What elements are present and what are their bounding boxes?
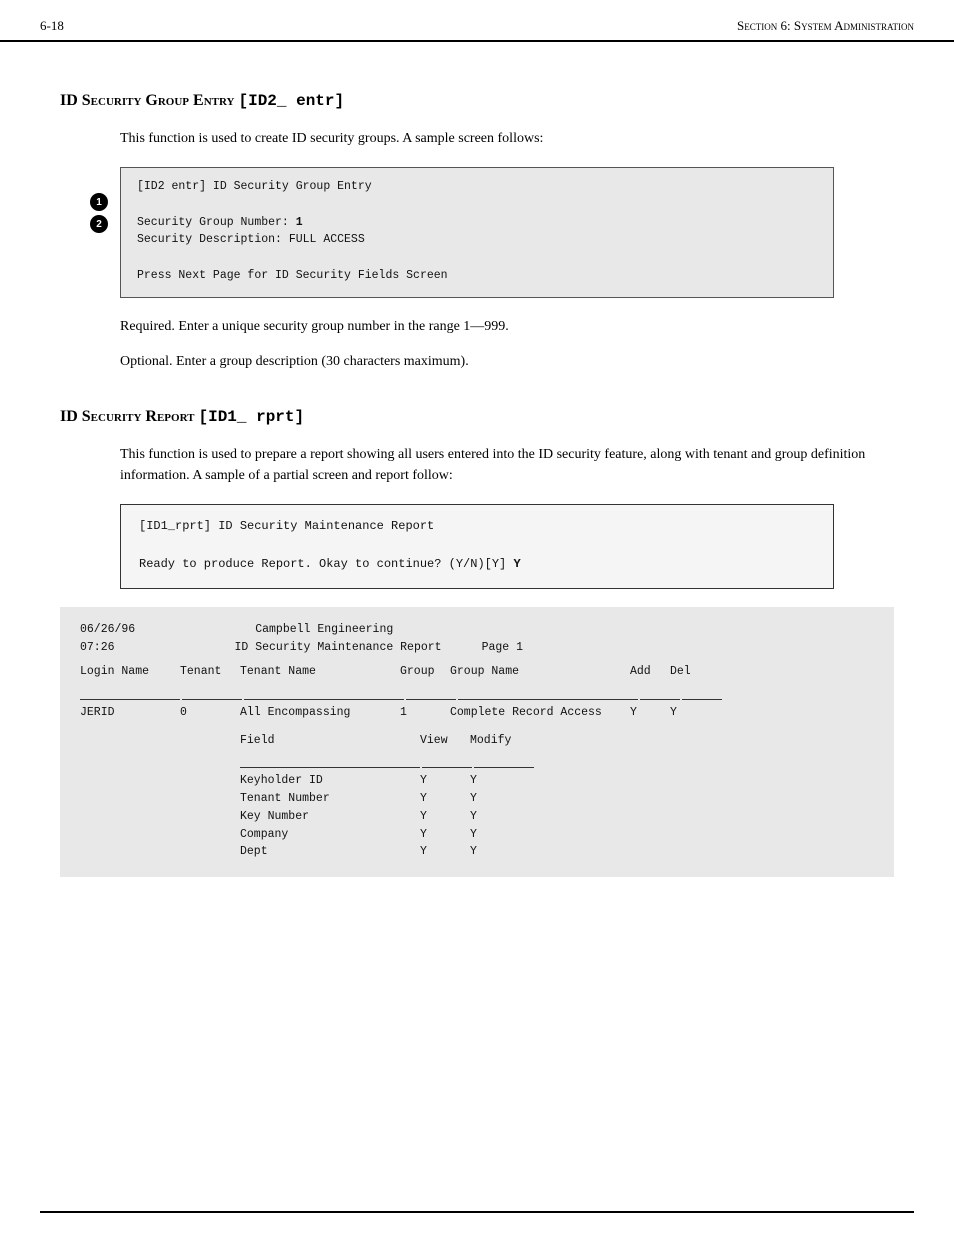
sub-field-3: Key Number (240, 808, 420, 826)
screen-line-blank (137, 196, 817, 214)
section1-intro: This function is used to create ID secur… (120, 128, 894, 149)
report-header-time-title: 07:26 ID Security Maintenance Report Pag… (80, 639, 874, 657)
section-title-header: Section 6: System Administration (737, 18, 914, 34)
section1-note2: Optional. Enter a group description (30 … (120, 351, 894, 372)
report-header-date-company: 06/26/96 Campbell Engineering (80, 621, 874, 639)
sub-modify-2: Y (470, 790, 530, 808)
report-col-underline (80, 681, 874, 700)
page: 6-18 Section 6: System Administration ID… (0, 0, 954, 1235)
data-login: JERID (80, 704, 180, 722)
section1-title-text: ID Security Group Entry [ID2_ entr] (60, 92, 344, 109)
section2-title-text: ID Security Report [ID1_ rprt] (60, 408, 304, 425)
sub-modify-5: Y (470, 843, 530, 861)
data-tenant: 0 (180, 704, 240, 722)
section1-title: ID Security Group Entry [ID2_ entr] (60, 92, 894, 110)
report-company: Campbell Engineering (255, 621, 393, 639)
screen-box-1: [ID2 entr] ID Security Group Entry Secur… (120, 167, 834, 298)
screen-line-3: Security Group Number: 1 (137, 214, 817, 232)
report-sub-table: Field View Modify Keyholder ID Y Y (240, 732, 874, 862)
sub-view-1: Y (420, 772, 470, 790)
sub-view-2: Y (420, 790, 470, 808)
col-del: Del (670, 663, 710, 681)
sub-modify-1: Y (470, 772, 530, 790)
sub-view-5: Y (420, 843, 470, 861)
data-group: 1 (400, 704, 450, 722)
bullet-1: 1 (90, 193, 108, 211)
col-group: Group (400, 663, 450, 681)
bullet-2: 2 (90, 215, 108, 233)
screen-line-1: [ID2 entr] ID Security Group Entry (137, 178, 817, 196)
col-login: Login Name (80, 663, 180, 681)
sub-modify-4: Y (470, 826, 530, 844)
sub-field-5: Dept (240, 843, 420, 861)
section2-title-code: [ID1_ rprt] (198, 408, 304, 426)
screen2-line-blank (139, 536, 815, 555)
sub-modify-3: Y (470, 808, 530, 826)
sub-view-4: Y (420, 826, 470, 844)
screen-line-5: Press Next Page for ID Security Fields S… (137, 267, 817, 285)
report-data-row: JERID 0 All Encompassing 1 Complete Reco… (80, 704, 874, 722)
col-tenant-name: Tenant Name (240, 663, 400, 681)
sub-field-4: Company (240, 826, 420, 844)
content-area: ID Security Group Entry [ID2_ entr] This… (0, 42, 954, 917)
page-header: 6-18 Section 6: System Administration (0, 0, 954, 42)
sub-row-2: Tenant Number Y Y (240, 790, 874, 808)
sub-field-2: Tenant Number (240, 790, 420, 808)
page-number: 6-18 (40, 18, 64, 34)
sub-col-headers: Field View Modify (240, 732, 874, 750)
section1-note1: Required. Enter a unique security group … (120, 316, 894, 337)
col-add: Add (630, 663, 670, 681)
screen2-line-3: Ready to produce Report. Okay to continu… (139, 555, 815, 574)
data-add: Y (630, 704, 670, 722)
data-tenant-name: All Encompassing (240, 704, 400, 722)
data-del: Y (670, 704, 710, 722)
screen-mockup-2: [ID1_rprt] ID Security Maintenance Repor… (120, 504, 834, 590)
sub-col-view: View (420, 732, 470, 750)
sub-view-3: Y (420, 808, 470, 826)
report-time: 07:26 (80, 639, 115, 657)
sub-row-5: Dept Y Y (240, 843, 874, 861)
section2-title: ID Security Report [ID1_ rprt] (60, 408, 894, 426)
sub-field-1: Keyholder ID (240, 772, 420, 790)
page-footer (40, 1211, 914, 1217)
screen-line-4: Security Description: FULL ACCESS (137, 231, 817, 249)
screen-mockup-1: 1 2 [ID2 entr] ID Security Group Entry S… (120, 167, 834, 298)
data-group-name: Complete Record Access (450, 704, 630, 722)
report-page: Page 1 (482, 639, 523, 657)
report-title: ID Security Maintenance Report (235, 639, 442, 657)
report-date: 06/26/96 (80, 621, 135, 639)
report-area: 06/26/96 Campbell Engineering 07:26 ID S… (60, 607, 894, 877)
sub-col-modify: Modify (470, 732, 530, 750)
sub-col-field: Field (240, 732, 420, 750)
section2-intro: This function is used to prepare a repor… (120, 444, 894, 486)
col-group-name: Group Name (450, 663, 630, 681)
sub-row-1: Keyholder ID Y Y (240, 772, 874, 790)
sub-row-4: Company Y Y (240, 826, 874, 844)
report-col-headers: Login Name Tenant Tenant Name Group Grou… (80, 663, 874, 681)
bullet-labels: 1 2 (90, 193, 108, 235)
col-tenant-num: Tenant (180, 663, 240, 681)
sub-col-underline (240, 749, 874, 768)
sub-row-3: Key Number Y Y (240, 808, 874, 826)
section1-title-code: [ID2_ entr] (238, 92, 344, 110)
screen-line-blank2 (137, 249, 817, 267)
screen2-line-1: [ID1_rprt] ID Security Maintenance Repor… (139, 517, 815, 536)
